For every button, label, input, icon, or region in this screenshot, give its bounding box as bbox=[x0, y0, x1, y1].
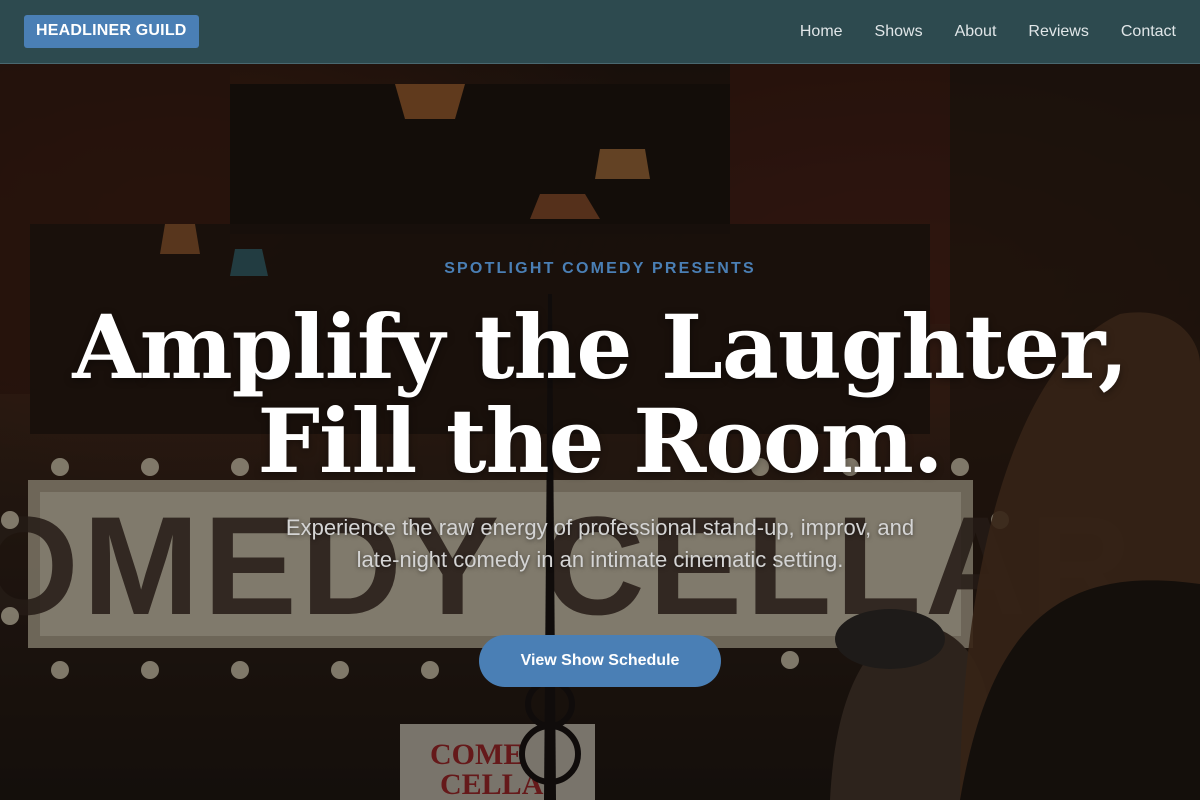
nav-link-shows[interactable]: Shows bbox=[875, 23, 923, 41]
hero-content: SPOTLIGHT COMEDY PRESENTS Amplify the La… bbox=[0, 64, 1200, 800]
hero-eyebrow: SPOTLIGHT COMEDY PRESENTS bbox=[444, 260, 756, 277]
hero-subheading: Experience the raw energy of professiona… bbox=[285, 515, 915, 572]
brand-logo[interactable]: HEADLINER GUILD bbox=[24, 15, 199, 48]
nav-link-about[interactable]: About bbox=[955, 23, 997, 41]
nav-link-contact[interactable]: Contact bbox=[1121, 23, 1176, 41]
hero-headline: Amplify the Laughter, Fill the Room. bbox=[0, 300, 1200, 488]
nav-link-reviews[interactable]: Reviews bbox=[1028, 23, 1088, 41]
view-show-schedule-button[interactable]: View Show Schedule bbox=[479, 635, 721, 687]
top-navbar: HEADLINER GUILD Home Shows About Reviews… bbox=[0, 0, 1200, 64]
nav-links: Home Shows About Reviews Contact bbox=[800, 23, 1176, 41]
hero-section: COMEDY CELLAR COME CELLA SPOTLIGHT COMED… bbox=[0, 64, 1200, 800]
hero-headline-line-2: Fill the Room. bbox=[257, 389, 944, 493]
nav-link-home[interactable]: Home bbox=[800, 23, 843, 41]
hero-headline-line-1: Amplify the Laughter, bbox=[72, 295, 1128, 399]
